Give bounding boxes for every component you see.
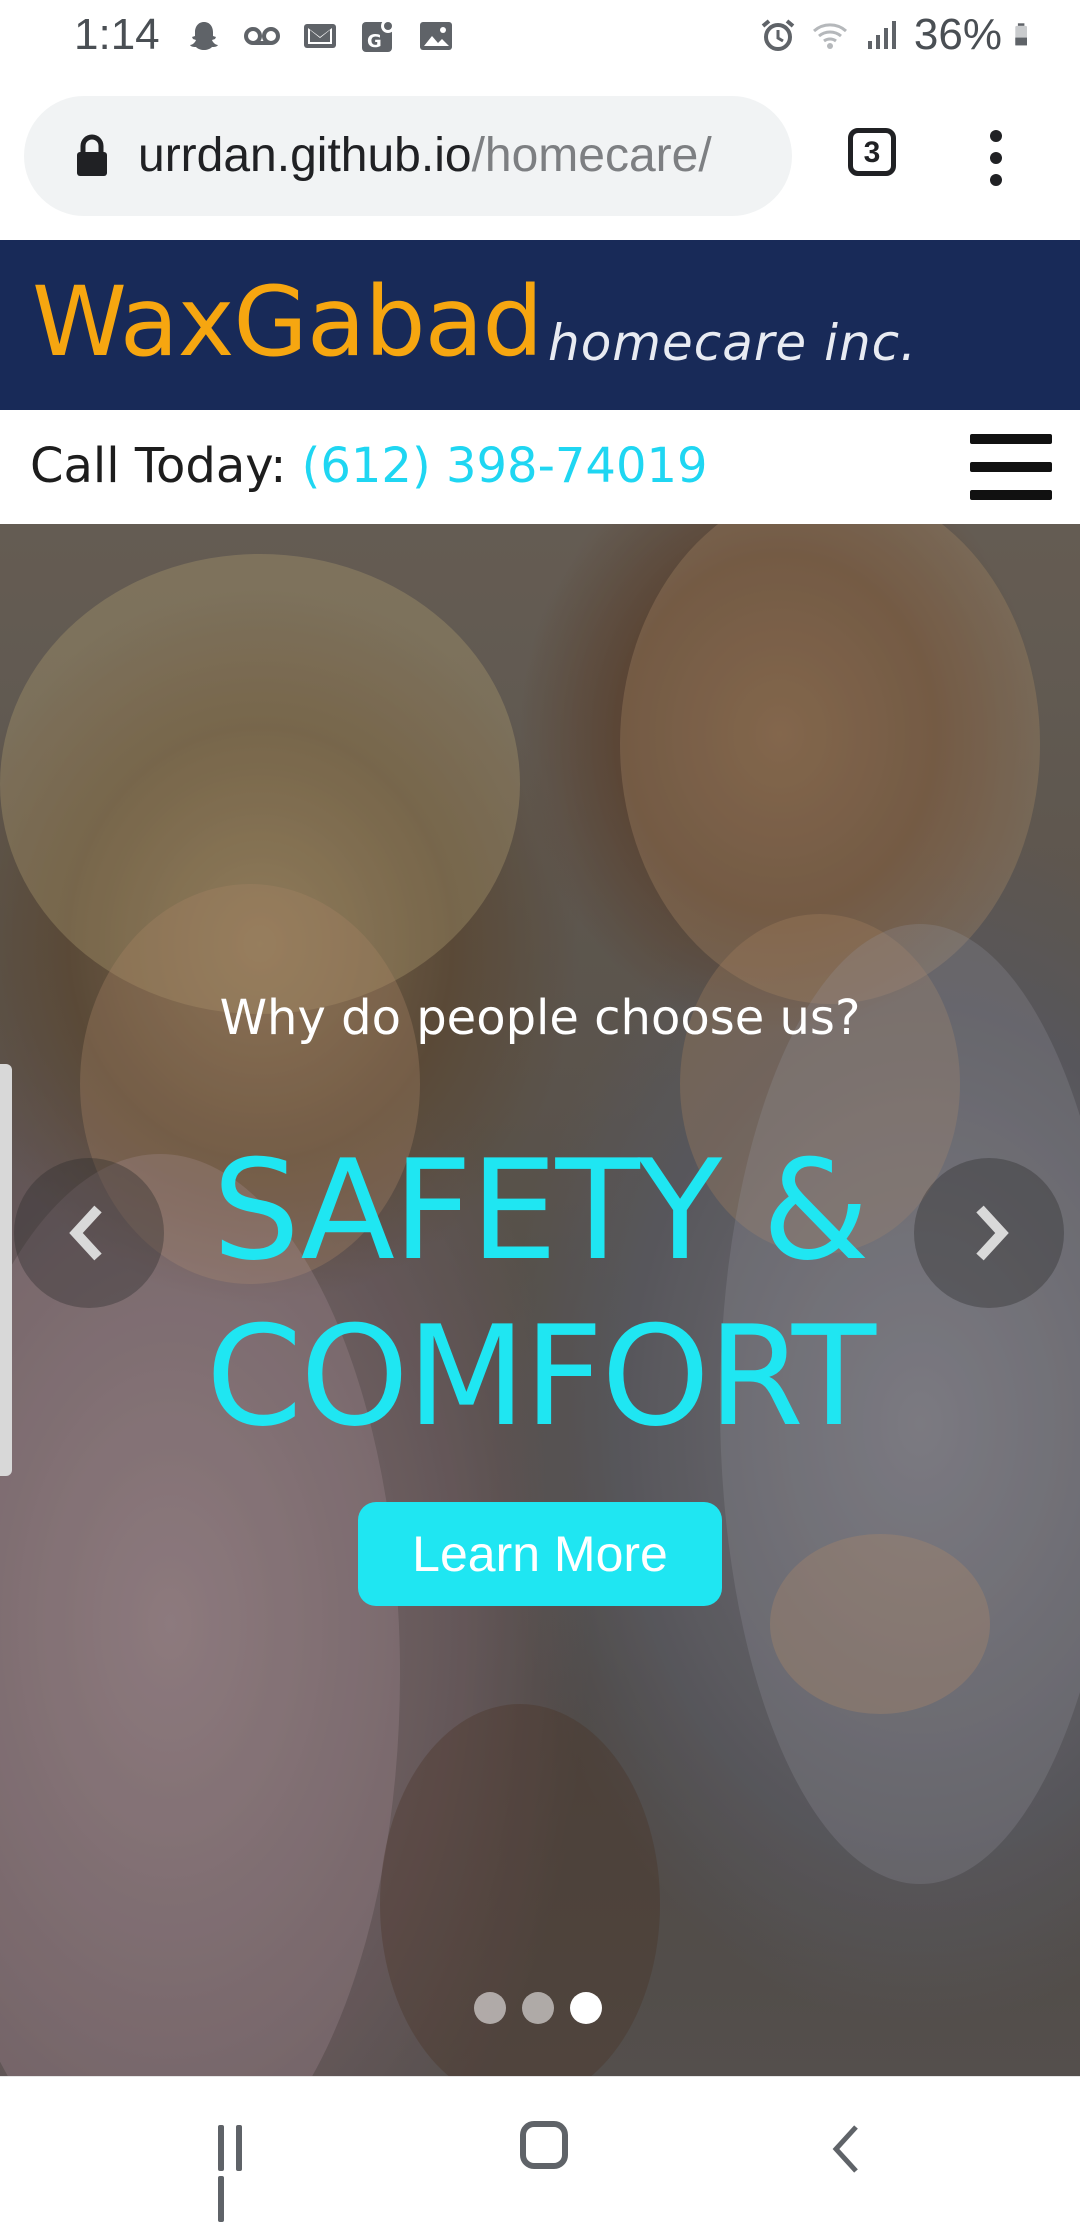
gmail-icon (304, 24, 336, 48)
back-button[interactable] (826, 2121, 866, 2177)
carousel-indicators (474, 1992, 602, 2024)
call-bar: Call Today: (612) 398-74019 (0, 410, 1080, 524)
chevron-left-icon (69, 1205, 102, 1261)
hero-headline: SAFETY & COMFORT (0, 1128, 1080, 1460)
call-label: Call Today: (30, 438, 302, 494)
phone-link[interactable]: (612) 398-74019 (302, 438, 708, 494)
address-bar[interactable]: urrdan.github.io/homecare/ (24, 96, 792, 216)
site-header: WaxGabad homecare inc. (0, 240, 1080, 410)
call-today: Call Today: (612) 398-74019 (30, 438, 708, 494)
browser-toolbar: urrdan.github.io/homecare/ 3 (0, 72, 1080, 240)
recents-button[interactable] (218, 2125, 266, 2222)
notification-icons: G (184, 16, 456, 56)
status-bar: 1:14 G 36% (0, 0, 1080, 72)
system-status-icons: 36% (758, 10, 1040, 60)
dot-icon (990, 174, 1002, 186)
lock-icon (77, 134, 107, 176)
battery-percent: 36% (913, 10, 1002, 59)
maps-icon: G (362, 19, 395, 52)
site-logo[interactable]: WaxGabad (32, 266, 543, 378)
learn-more-button[interactable]: Learn More (358, 1502, 722, 1606)
dot-icon (990, 152, 1002, 164)
url-text: urrdan.github.io/homecare/ (138, 128, 712, 183)
dot-icon (990, 130, 1002, 142)
svg-text:G: G (367, 31, 382, 52)
hero-question: Why do people choose us? (219, 990, 861, 1046)
status-time: 1:14 (74, 10, 160, 59)
carousel-dot[interactable] (522, 1992, 554, 2024)
alarm-icon (761, 19, 795, 51)
voicemail-icon (244, 27, 280, 45)
hero-carousel: Why do people choose us? SAFETY & COMFOR… (0, 524, 1080, 2076)
carousel-prev-button[interactable] (14, 1158, 164, 1308)
carousel-dot[interactable] (474, 1992, 506, 2024)
gallery-icon (420, 22, 452, 50)
url-domain: urrdan.github.io (138, 129, 472, 182)
hero-headline-line2: COMFORT (205, 1296, 876, 1457)
chevron-right-icon (976, 1205, 1009, 1261)
carousel-dot-active[interactable] (570, 1992, 602, 2024)
carousel-next-button[interactable] (914, 1158, 1064, 1308)
signal-icon (867, 21, 896, 49)
battery-icon (1015, 23, 1027, 46)
tab-switcher-button[interactable]: 3 (848, 128, 896, 176)
wifi-icon (812, 23, 847, 49)
hamburger-menu-icon[interactable] (970, 434, 1052, 506)
site-tagline: homecare inc. (548, 314, 918, 372)
home-button[interactable] (520, 2121, 568, 2169)
system-nav-bar (0, 2076, 1080, 2222)
browser-menu-button[interactable] (986, 130, 1006, 190)
url-path: /homecare/ (471, 129, 712, 182)
snapchat-icon (190, 22, 218, 50)
